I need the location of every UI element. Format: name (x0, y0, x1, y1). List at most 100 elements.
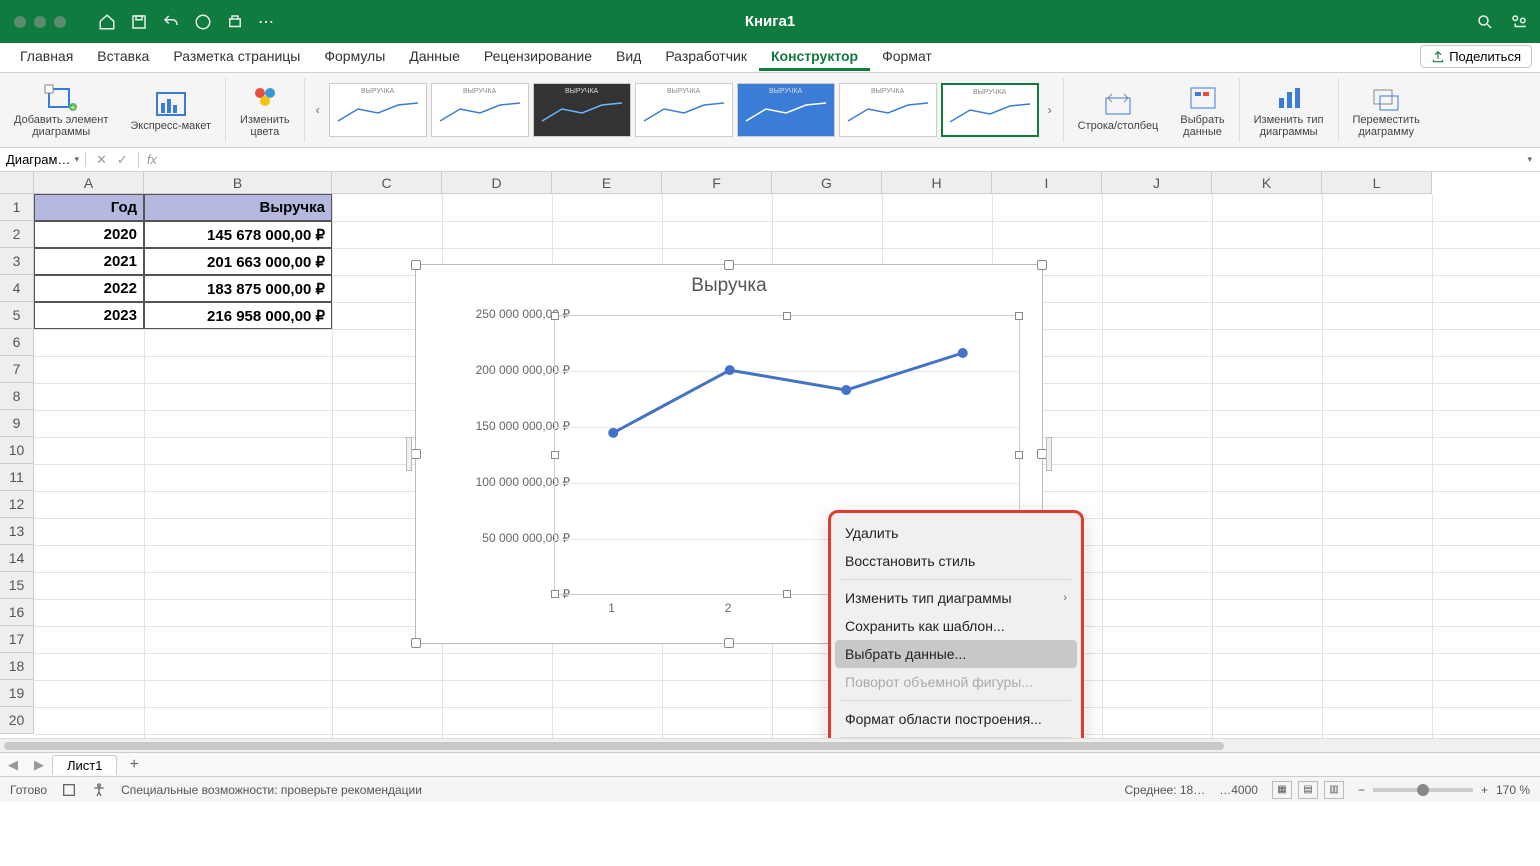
row-header[interactable]: 11 (0, 464, 34, 491)
table-cell[interactable]: 201 663 000,00 ₽ (144, 248, 332, 275)
table-cell[interactable]: 216 958 000,00 ₽ (144, 302, 332, 329)
chart-style-7-selected[interactable]: ВЫРУЧКА (941, 83, 1039, 137)
resize-handle[interactable] (411, 449, 421, 459)
share-icon[interactable] (1510, 13, 1528, 31)
zoom-percent[interactable]: 170 % (1496, 783, 1530, 797)
row-header[interactable]: 5 (0, 302, 34, 329)
zoom-out-button[interactable]: − (1358, 783, 1365, 797)
close-icon[interactable] (14, 16, 26, 28)
row-header[interactable]: 8 (0, 383, 34, 410)
col-header[interactable]: F (662, 172, 772, 194)
macro-icon[interactable] (61, 782, 77, 798)
express-layout-button[interactable]: Экспресс-макет (122, 73, 219, 147)
row-header[interactable]: 13 (0, 518, 34, 545)
row-header[interactable]: 2 (0, 221, 34, 248)
tab-1[interactable]: Вставка (85, 44, 161, 71)
row-header[interactable]: 1 (0, 194, 34, 221)
row-header[interactable]: 6 (0, 329, 34, 356)
col-header[interactable]: A (34, 172, 144, 194)
tab-8[interactable]: Конструктор (759, 44, 870, 71)
sheet-prev-button[interactable]: ◀ (0, 757, 26, 773)
col-header[interactable]: H (882, 172, 992, 194)
zoom-slider[interactable] (1373, 788, 1473, 792)
col-header[interactable]: L (1322, 172, 1432, 194)
switch-row-column-button[interactable]: Строка/столбец (1070, 73, 1167, 147)
page-break-view-button[interactable]: ▥ (1324, 781, 1344, 799)
redo-icon[interactable] (194, 13, 212, 31)
table-header-cell[interactable]: Выручка (144, 194, 332, 221)
chart-side-handle[interactable] (1046, 437, 1052, 471)
minimize-icon[interactable] (34, 16, 46, 28)
chart-style-1[interactable]: ВЫРУЧКА (329, 83, 427, 137)
row-header[interactable]: 10 (0, 437, 34, 464)
context-menu-item[interactable]: Выбрать данные... (835, 640, 1077, 668)
tab-5[interactable]: Рецензирование (472, 44, 604, 71)
row-header[interactable]: 7 (0, 356, 34, 383)
confirm-formula-icon[interactable]: ✓ (117, 152, 128, 168)
row-header[interactable]: 4 (0, 275, 34, 302)
sheet-tab[interactable]: Лист1 (52, 755, 117, 775)
col-header[interactable]: I (992, 172, 1102, 194)
change-colors-button[interactable]: Изменить цвета (232, 73, 298, 147)
table-cell[interactable]: 145 678 000,00 ₽ (144, 221, 332, 248)
row-header[interactable]: 19 (0, 680, 34, 707)
resize-handle[interactable] (724, 638, 734, 648)
col-header[interactable]: C (332, 172, 442, 194)
styles-prev-button[interactable]: ‹ (311, 83, 325, 137)
table-cell[interactable]: 2023 (34, 302, 144, 329)
table-cell[interactable]: 2021 (34, 248, 144, 275)
table-cell[interactable]: 2020 (34, 221, 144, 248)
col-header[interactable]: J (1102, 172, 1212, 194)
chart-title[interactable]: Выручка (416, 265, 1042, 303)
add-chart-element-button[interactable]: + Добавить элемент диаграммы (6, 73, 116, 147)
save-icon[interactable] (130, 13, 148, 31)
undo-icon[interactable] (162, 13, 180, 31)
zoom-in-button[interactable]: + (1481, 783, 1488, 797)
table-cell[interactable]: 2022 (34, 275, 144, 302)
chart-side-handle[interactable] (406, 437, 412, 471)
row-header[interactable]: 3 (0, 248, 34, 275)
col-header[interactable]: G (772, 172, 882, 194)
row-header[interactable]: 20 (0, 707, 34, 734)
row-header[interactable]: 14 (0, 545, 34, 572)
context-menu-item[interactable]: Сохранить как шаблон... (831, 612, 1081, 640)
resize-handle[interactable] (1037, 260, 1047, 270)
resize-handle[interactable] (411, 638, 421, 648)
tab-7[interactable]: Разработчик (653, 44, 759, 71)
row-header[interactable]: 9 (0, 410, 34, 437)
chart-style-4[interactable]: ВЫРУЧКА (635, 83, 733, 137)
more-icon[interactable]: ⋯ (258, 12, 274, 32)
search-icon[interactable] (1476, 13, 1494, 31)
resize-handle[interactable] (724, 260, 734, 270)
share-button[interactable]: Поделиться (1420, 45, 1532, 68)
add-sheet-button[interactable]: + (117, 756, 150, 774)
chart-style-2[interactable]: ВЫРУЧКА (431, 83, 529, 137)
col-header[interactable]: E (552, 172, 662, 194)
row-header[interactable]: 15 (0, 572, 34, 599)
styles-next-button[interactable]: › (1043, 83, 1057, 137)
tab-6[interactable]: Вид (604, 44, 653, 71)
select-data-button[interactable]: Выбрать данные (1172, 73, 1232, 147)
row-header[interactable]: 16 (0, 599, 34, 626)
chart-style-6[interactable]: ВЫРУЧКА (839, 83, 937, 137)
home-icon[interactable] (98, 13, 116, 31)
context-menu-item[interactable]: Изменить тип диаграммы› (831, 584, 1081, 612)
spreadsheet-grid[interactable]: ABCDEFGHIJKL 123456789101112131415161718… (0, 172, 1540, 738)
chart-style-3[interactable]: ВЫРУЧКА (533, 83, 631, 137)
col-header[interactable]: D (442, 172, 552, 194)
accessibility-text[interactable]: Специальные возможности: проверьте реком… (121, 783, 422, 797)
col-header[interactable]: B (144, 172, 332, 194)
expand-formula-bar-icon[interactable]: ▾ (1519, 154, 1540, 165)
context-menu-item[interactable]: Восстановить стиль (831, 547, 1081, 575)
table-header-cell[interactable]: Год (34, 194, 144, 221)
move-chart-button[interactable]: Переместить диаграмму (1345, 73, 1428, 147)
horizontal-scrollbar[interactable] (0, 738, 1540, 752)
row-header[interactable]: 12 (0, 491, 34, 518)
table-cell[interactable]: 183 875 000,00 ₽ (144, 275, 332, 302)
normal-view-button[interactable]: ▦ (1272, 781, 1292, 799)
select-all-cell[interactable] (0, 172, 34, 194)
row-header[interactable]: 17 (0, 626, 34, 653)
row-header[interactable]: 18 (0, 653, 34, 680)
col-header[interactable]: K (1212, 172, 1322, 194)
sheet-next-button[interactable]: ▶ (26, 757, 52, 773)
